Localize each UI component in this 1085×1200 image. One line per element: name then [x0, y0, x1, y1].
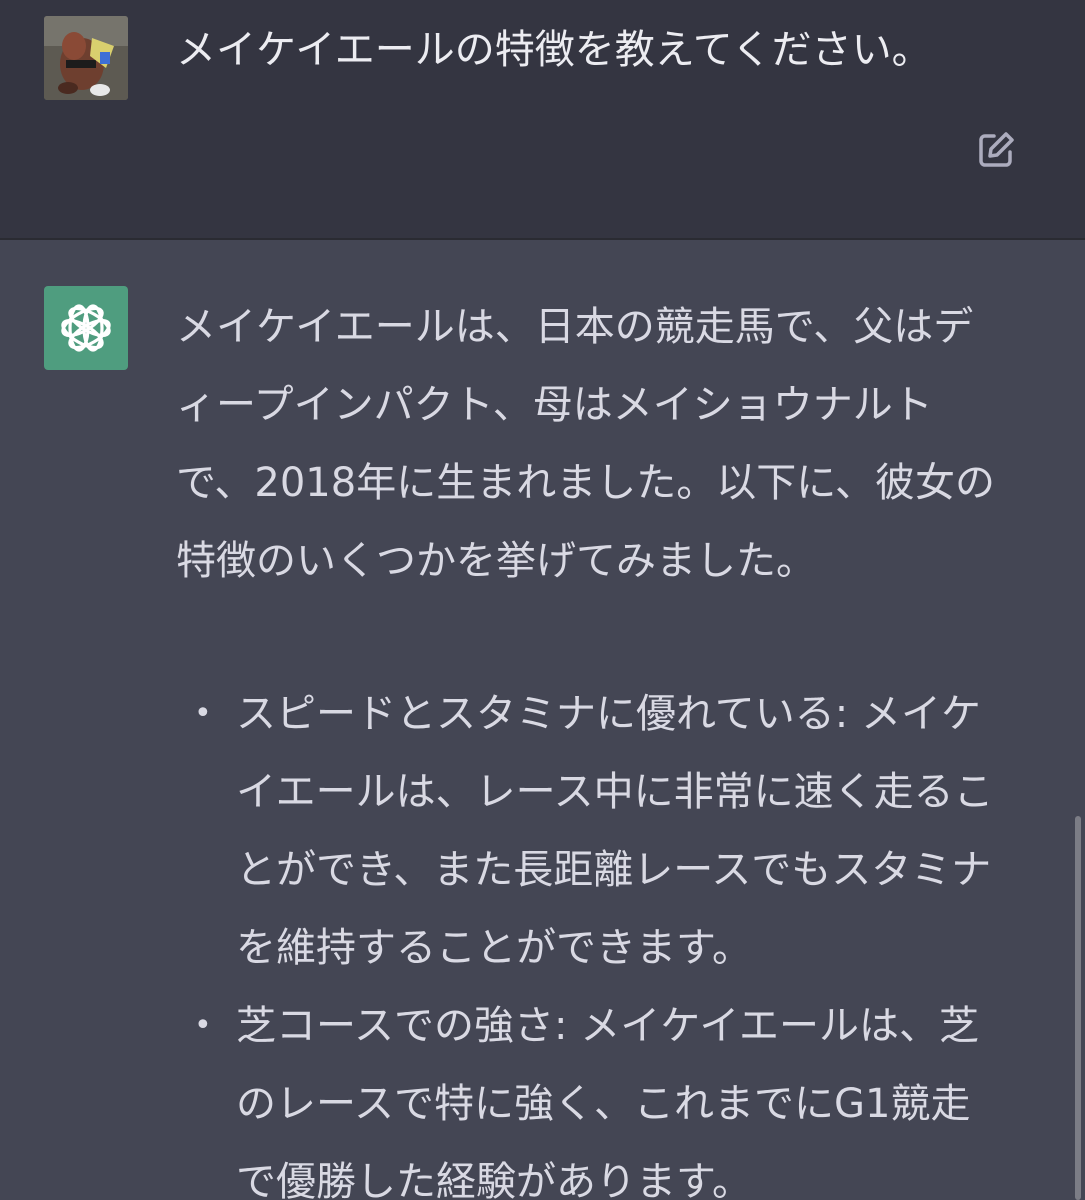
assistant-message: メイケイエールは、日本の競走馬で、父はデ ィープインパクト、母はメイショウナルト… [0, 240, 1085, 1200]
answer-line: 特徴のいくつかを挙げてみました。 [176, 538, 816, 584]
bullet-line: を維持することができます。 [236, 925, 752, 971]
user-avatar [44, 16, 128, 100]
bullet-item: • 芝コースでの強さ: メイケイエールは、芝 のレースで特に強く、これまでにG1… [176, 987, 1036, 1200]
user-message-text: メイケイエールの特徴を教えてください。 [176, 27, 932, 73]
bullet-line: イエールは、レース中に非常に速く走るこ [236, 769, 994, 815]
chatgpt-avatar [44, 286, 128, 370]
bullet-line: スピードとスタミナに優れている: メイケ [236, 691, 981, 737]
answer-intro: メイケイエールは、日本の競走馬で、父はデ ィープインパクト、母はメイショウナルト… [176, 288, 1036, 600]
chat-page: メイケイエールの特徴を教えてください。 メイケイエールは、日本の競走馬で、父はデ… [0, 0, 1085, 1200]
bullet-line: のレースで特に強く、これまでにG1競走 [236, 1081, 971, 1127]
assistant-answer: メイケイエールは、日本の競走馬で、父はデ ィープインパクト、母はメイショウナルト… [176, 288, 1036, 1200]
chatgpt-logo-icon [61, 304, 111, 352]
user-message: メイケイエールの特徴を教えてください。 [0, 0, 1085, 240]
bullet-item: • スピードとスタミナに優れている: メイケ イエールは、レース中に非常に速く走… [176, 675, 1036, 987]
bullet-line: で優勝した経験があります。 [236, 1159, 752, 1200]
bullet-line: とができ、また長距離レースでもスタミナ [236, 847, 992, 893]
bullet-marker: • [194, 1008, 212, 1043]
edit-message-button[interactable] [972, 126, 1020, 174]
answer-line: メイケイエールは、日本の競走馬で、父はデ [176, 304, 974, 350]
answer-line: で、2018年に生まれました。以下に、彼女の [176, 460, 995, 506]
answer-line: ィープインパクト、母はメイショウナルト [176, 382, 933, 428]
answer-bullet-list: • スピードとスタミナに優れている: メイケ イエールは、レース中に非常に速く走… [176, 675, 1036, 1200]
scrollbar-thumb[interactable] [1075, 816, 1081, 1200]
bullet-line: 芝コースでの強さ: メイケイエールは、芝 [236, 1003, 979, 1049]
edit-icon [979, 132, 1014, 167]
bullet-marker: • [194, 696, 212, 731]
